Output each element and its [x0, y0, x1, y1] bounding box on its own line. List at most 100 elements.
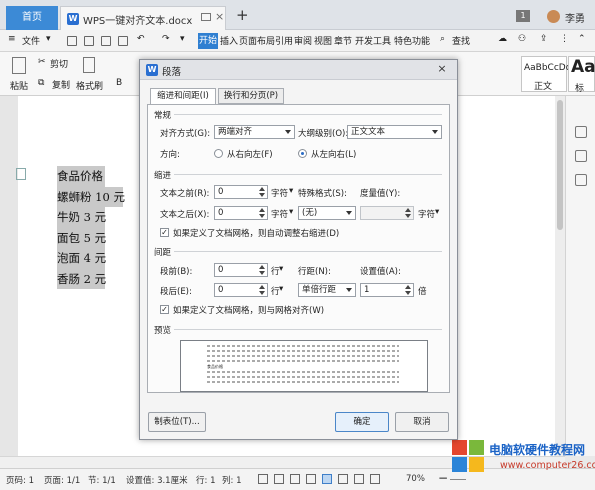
hamburger-icon[interactable]: ≡: [8, 34, 16, 44]
indent-before-unit[interactable]: 字符: [271, 187, 288, 199]
chevron-down-icon[interactable]: ▾: [289, 186, 293, 196]
spin-down-icon[interactable]: [259, 193, 265, 197]
spin-up-icon[interactable]: [405, 285, 411, 289]
cancel-button[interactable]: 取消: [395, 412, 449, 432]
space-after-input[interactable]: 0: [214, 283, 268, 297]
vertical-scrollbar[interactable]: [555, 96, 565, 456]
user-name[interactable]: 李勇: [565, 10, 585, 25]
output-pdf-icon[interactable]: [84, 36, 94, 46]
paste-button[interactable]: 粘贴: [10, 79, 28, 92]
zoom-slider[interactable]: [450, 479, 466, 480]
chevron-down-icon[interactable]: ▾: [289, 207, 293, 217]
monitor-icon[interactable]: [201, 13, 211, 21]
user-avatar[interactable]: [547, 10, 560, 23]
spin-down-icon[interactable]: [405, 291, 411, 295]
collapse-ribbon-icon[interactable]: ⌃: [578, 34, 586, 44]
tab-references[interactable]: 引用: [275, 34, 293, 47]
status-page[interactable]: 页面: 1/1: [44, 474, 80, 486]
spin-up-icon[interactable]: [259, 285, 265, 289]
spin-down-icon[interactable]: [259, 291, 265, 295]
outline-select[interactable]: 正文文本: [347, 125, 442, 139]
align-select[interactable]: 两端对齐: [214, 125, 295, 139]
redo-icon[interactable]: ↷: [162, 34, 170, 44]
chevron-down-icon[interactable]: ▾: [279, 264, 283, 274]
share-icon[interactable]: ⇪: [540, 34, 548, 44]
cursor-select-icon[interactable]: [575, 150, 587, 162]
snap-grid-checkbox[interactable]: ✓: [160, 305, 169, 314]
bold-button[interactable]: B: [116, 78, 122, 88]
rtl-label[interactable]: 从右向左(F): [227, 148, 273, 160]
setting-input[interactable]: 1: [360, 283, 414, 297]
zoom-out-icon[interactable]: −: [438, 471, 448, 485]
measure-input[interactable]: [360, 206, 414, 220]
tab-indent-spacing[interactable]: 缩进和间距(I): [150, 88, 216, 105]
status-position[interactable]: 设置值: 3.1厘米: [126, 474, 188, 486]
tab-start[interactable]: 开始: [198, 33, 218, 49]
measure-unit[interactable]: 字符: [418, 208, 435, 220]
ltr-radio[interactable]: [298, 149, 307, 158]
print-icon[interactable]: [101, 36, 111, 46]
tab-special[interactable]: 特色功能: [394, 34, 430, 47]
tab-line-page-breaks[interactable]: 换行和分页(P): [218, 88, 284, 104]
ltr-label[interactable]: 从左向右(L): [311, 148, 356, 160]
cloud-sync-icon[interactable]: ☁: [498, 34, 507, 44]
ok-button[interactable]: 确定: [335, 412, 389, 432]
home-tab[interactable]: 首页: [6, 6, 58, 30]
read-mode-icon[interactable]: [370, 474, 380, 484]
adjust-settings-icon[interactable]: [575, 174, 587, 186]
spin-down-icon[interactable]: [405, 214, 411, 218]
collaborate-icon[interactable]: ⚇: [518, 34, 526, 44]
line-spacing-select[interactable]: 单倍行距: [298, 283, 356, 297]
scrollbar-thumb[interactable]: [557, 100, 563, 230]
web-view-icon[interactable]: [354, 474, 364, 484]
close-tab-icon[interactable]: ×: [215, 10, 224, 23]
full-screen-icon[interactable]: [290, 474, 300, 484]
spin-up-icon[interactable]: [259, 265, 265, 269]
more-options-icon[interactable]: ⋮: [560, 34, 569, 44]
chevron-down-icon[interactable]: ▾: [279, 284, 283, 294]
print-preview-icon[interactable]: [118, 36, 128, 46]
chevron-down-icon[interactable]: ▾: [46, 34, 51, 44]
special-format-select[interactable]: (无): [298, 206, 356, 220]
new-tab-button[interactable]: +: [236, 6, 249, 24]
tab-insert[interactable]: 插入: [220, 34, 238, 47]
tab-chapter[interactable]: 章节: [334, 34, 352, 47]
tab-review[interactable]: 审阅: [294, 34, 312, 47]
tab-developer[interactable]: 开发工具: [355, 34, 391, 47]
snap-grid-label[interactable]: 如果定义了文档网格，则与网格对齐(W): [173, 304, 324, 316]
window-count-badge[interactable]: 1: [516, 10, 530, 22]
status-page-number[interactable]: 页码: 1: [6, 474, 34, 486]
spin-up-icon[interactable]: [259, 187, 265, 191]
pen-mode-icon[interactable]: [306, 474, 316, 484]
space-before-input[interactable]: 0: [214, 263, 268, 277]
search-icon[interactable]: ⌕: [440, 34, 445, 44]
tab-page-layout[interactable]: 页面布局: [239, 34, 275, 47]
copy-button[interactable]: 复制: [52, 78, 70, 91]
spin-up-icon[interactable]: [405, 208, 411, 212]
rtl-radio[interactable]: [214, 149, 223, 158]
format-painter-icon[interactable]: [83, 57, 95, 73]
tab-view[interactable]: 视图: [314, 34, 332, 47]
document-tab[interactable]: W WPS一键对齐文本.docx ×: [60, 6, 226, 30]
page-view-icon[interactable]: [322, 474, 332, 484]
format-painter-button[interactable]: 格式刷: [76, 79, 103, 92]
indent-before-input[interactable]: 0: [214, 185, 268, 199]
cut-button[interactable]: 剪切: [50, 57, 68, 70]
spell-check-icon[interactable]: [258, 474, 268, 484]
zoom-level[interactable]: 70%: [406, 474, 425, 484]
indent-after-input[interactable]: 0: [214, 206, 268, 220]
spin-up-icon[interactable]: [259, 208, 265, 212]
tab-stops-button[interactable]: 制表位(T)...: [148, 412, 206, 432]
spin-down-icon[interactable]: [259, 214, 265, 218]
undo-icon[interactable]: ↶: [137, 34, 145, 44]
chevron-down-icon[interactable]: ▾: [435, 207, 439, 217]
outline-view-icon[interactable]: [338, 474, 348, 484]
pen-icon[interactable]: [575, 126, 587, 138]
save-icon[interactable]: [67, 36, 77, 46]
dialog-title-bar[interactable]: W 段落 ×: [140, 60, 457, 80]
paste-icon[interactable]: [12, 57, 26, 74]
spin-down-icon[interactable]: [259, 271, 265, 275]
status-column[interactable]: 列: 1: [222, 474, 241, 486]
auto-indent-label[interactable]: 如果定义了文档网格，则自动调整右缩进(D): [173, 227, 339, 239]
style-heading[interactable]: Aa 标: [568, 56, 595, 94]
